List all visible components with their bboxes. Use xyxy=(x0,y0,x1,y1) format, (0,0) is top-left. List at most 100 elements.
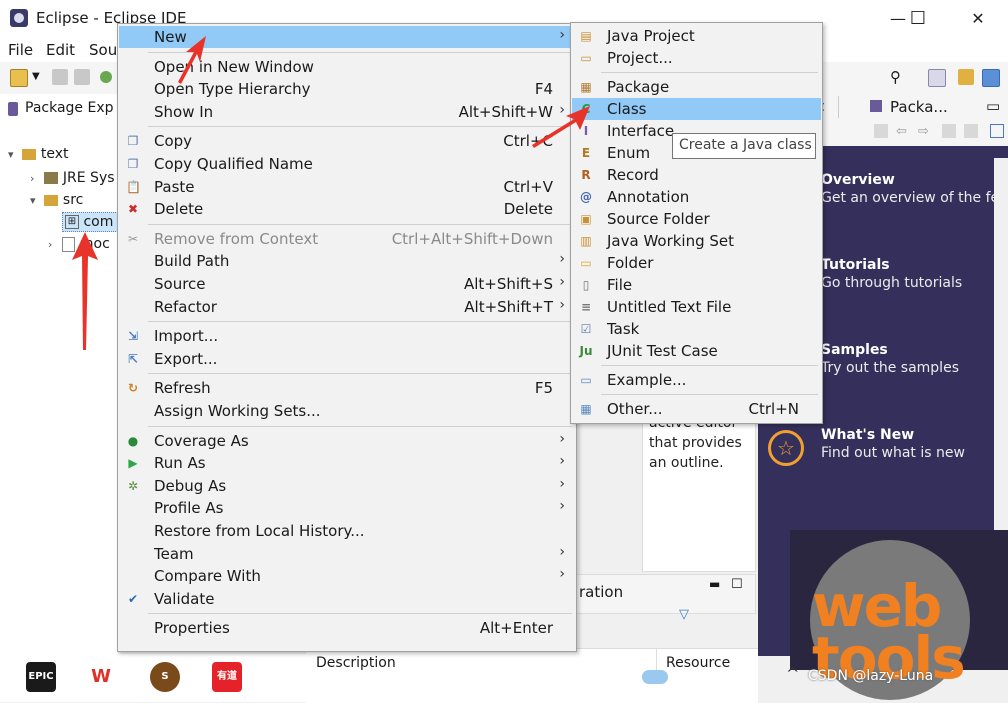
menu-item-label: Build Path xyxy=(154,252,230,271)
menu-item-team[interactable]: Team › xyxy=(119,543,575,565)
close-button[interactable]: ✕ xyxy=(958,6,998,32)
welcome-tutorials-title[interactable]: Tutorials xyxy=(821,257,890,273)
dropdown-icon[interactable]: ▼ xyxy=(32,69,40,85)
new-menu-item-untitled-text-file[interactable]: ≡ Untitled Text File xyxy=(572,296,821,318)
debug-icon[interactable] xyxy=(100,71,112,83)
welcome-samples-desc: Try out the samples xyxy=(821,360,959,376)
record-icon: R xyxy=(581,168,591,182)
menu-item-coverage-as[interactable]: ● Coverage As › xyxy=(119,430,575,452)
menu-item-copy[interactable]: ❐ Copy Ctrl+C xyxy=(119,130,575,152)
new-menu-item-file[interactable]: ▯ File xyxy=(572,274,821,296)
menu-item-label: Validate xyxy=(154,589,215,608)
menu-item-label: Restore from Local History... xyxy=(154,522,365,540)
menu-item-debug-as[interactable]: ✲ Debug As › xyxy=(119,475,575,497)
menu-item-label: Assign Working Sets... xyxy=(154,402,321,420)
menu-item-export[interactable]: ⇱ Export... xyxy=(119,348,575,370)
tooltip-text: Create a Java class xyxy=(679,137,812,153)
working-set-icon: ▥ xyxy=(580,234,592,248)
menu-item-run-as[interactable]: ▶ Run As › xyxy=(119,452,575,474)
new-menu-item-other[interactable]: ▦ Other... Ctrl+N xyxy=(572,398,821,420)
new-icon[interactable] xyxy=(10,69,28,87)
menu-edit[interactable]: Edit xyxy=(46,41,75,59)
maximize-view-icon[interactable]: ☐ xyxy=(731,577,743,592)
new-menu-item-example[interactable]: ▭ Example... xyxy=(572,369,821,391)
collapsed-twisty-icon[interactable]: › xyxy=(30,172,40,185)
new-menu-item-annotation[interactable]: @ Annotation xyxy=(572,186,821,208)
folder-icon: ▭ xyxy=(580,256,592,270)
maximize-button[interactable]: ☐ xyxy=(898,6,938,32)
minimize-view-icon[interactable]: ▭ xyxy=(986,97,1000,115)
tree-item-project[interactable]: ▾ text xyxy=(8,146,69,162)
java-perspective-icon[interactable] xyxy=(982,69,1000,87)
tree-item-jre[interactable]: › JRE Sys xyxy=(30,170,115,186)
new-menu-item-package[interactable]: ▦ Package xyxy=(572,76,821,98)
menu-item-validate[interactable]: ✔ Validate xyxy=(119,588,575,610)
welcome-overview-title[interactable]: Overview xyxy=(821,172,895,188)
welcome-whatsnew-title[interactable]: What's New xyxy=(821,427,914,443)
collapsed-twisty-icon[interactable]: › xyxy=(48,238,58,251)
menu-item-label: Paste xyxy=(154,177,195,196)
menu-item-build-path[interactable]: Build Path › xyxy=(119,250,575,272)
menu-file[interactable]: File xyxy=(8,41,33,59)
back-icon[interactable]: ⇦ xyxy=(896,124,907,139)
new-menu-item-junit-test-case[interactable]: Ju JUnit Test Case xyxy=(572,340,821,362)
zoom-out-icon[interactable] xyxy=(964,124,978,138)
menu-item-shortcut: Ctrl+V xyxy=(503,177,553,196)
menu-item-paste[interactable]: 📋 Paste Ctrl+V xyxy=(119,176,575,198)
save-icon[interactable] xyxy=(52,69,68,85)
menu-item-properties[interactable]: Properties Alt+Enter xyxy=(119,617,575,639)
menu-source[interactable]: Sou xyxy=(89,41,117,59)
cloud-icon[interactable] xyxy=(642,670,668,684)
new-menu-item-java-project[interactable]: ▤ Java Project xyxy=(572,25,821,47)
package-explorer: Package Exp ▾ text › JRE Sys ▾ src ⊞ com… xyxy=(0,94,121,654)
tree-item-package[interactable]: ⊞ com xyxy=(62,212,121,232)
wps-icon[interactable]: W xyxy=(86,662,116,692)
new-menu-item-java-working-set[interactable]: ▥ Java Working Set xyxy=(572,230,821,252)
menu-item-compare-with[interactable]: Compare With › xyxy=(119,565,575,587)
submenu-chevron-right-icon: › xyxy=(559,498,565,515)
tab-package-explorer[interactable]: Packa... xyxy=(890,98,948,116)
expanded-twisty-icon[interactable]: ▾ xyxy=(30,194,40,207)
menu-item-label: Refresh xyxy=(154,379,211,398)
snake-game-icon[interactable]: S xyxy=(150,662,180,692)
new-menu-item-source-folder[interactable]: ▣ Source Folder xyxy=(572,208,821,230)
menu-item-source[interactable]: Source Alt+Shift+S › xyxy=(119,273,575,295)
new-menu-item-class[interactable]: CClass xyxy=(572,98,821,120)
filter-icon[interactable]: ▽ xyxy=(679,607,689,622)
menu-item-show-in[interactable]: Show In Alt+Shift+W › xyxy=(119,101,575,123)
save-all-icon[interactable] xyxy=(74,69,90,85)
new-submenu: ▤Java Project▭Project...▦PackageCClassII… xyxy=(570,22,823,424)
expanded-twisty-icon[interactable]: ▾ xyxy=(8,148,18,161)
menu-item-profile-as[interactable]: Profile As › xyxy=(119,497,575,519)
menu-item-refresh[interactable]: ↻ Refresh F5 xyxy=(119,377,575,399)
col-description[interactable]: Description xyxy=(316,655,396,671)
java-ee-perspective-icon[interactable] xyxy=(958,69,974,85)
tree-item-src[interactable]: ▾ src xyxy=(30,192,83,208)
new-menu-item-record[interactable]: R Record xyxy=(572,164,821,186)
new-menu-item-project[interactable]: ▭ Project... xyxy=(572,47,821,69)
menu-item-import[interactable]: ⇲ Import... xyxy=(119,325,575,347)
home-icon[interactable] xyxy=(874,124,888,138)
menu-item-label: Copy xyxy=(154,132,193,151)
epic-games-icon[interactable]: EPIC xyxy=(26,662,56,692)
new-menu-item-folder[interactable]: ▭ Folder xyxy=(572,252,821,274)
source-folder-icon: ▣ xyxy=(580,212,592,226)
youdao-icon[interactable]: 有道 xyxy=(212,662,242,692)
restore-view-icon[interactable] xyxy=(990,124,1004,138)
zoom-icon[interactable] xyxy=(942,124,956,138)
perspective-icon[interactable] xyxy=(928,69,946,87)
minimize-view-icon[interactable]: ▬ xyxy=(709,577,720,591)
menu-item-delete[interactable]: ✖ Delete Delete xyxy=(119,198,575,220)
menu-item-copy-qualified-name[interactable]: ❐ Copy Qualified Name xyxy=(119,153,575,175)
menu-item-refactor[interactable]: Refactor Alt+Shift+T › xyxy=(119,296,575,318)
menu-item-shortcut: F5 xyxy=(534,379,553,398)
menu-item-assign-working-sets[interactable]: Assign Working Sets... xyxy=(119,400,575,422)
search-icon[interactable]: ⚲ xyxy=(890,69,906,85)
welcome-samples-title[interactable]: Samples xyxy=(821,342,888,358)
new-menu-item-task[interactable]: ☑ Task xyxy=(572,318,821,340)
problems-tab-label[interactable]: ration xyxy=(579,583,623,601)
menu-item-restore-from-local-history[interactable]: Restore from Local History... xyxy=(119,520,575,542)
forward-icon[interactable]: ⇨ xyxy=(918,124,929,139)
chevron-up-icon[interactable]: ^ xyxy=(786,664,799,683)
package-explorer-tab[interactable]: Package Exp xyxy=(25,100,114,116)
